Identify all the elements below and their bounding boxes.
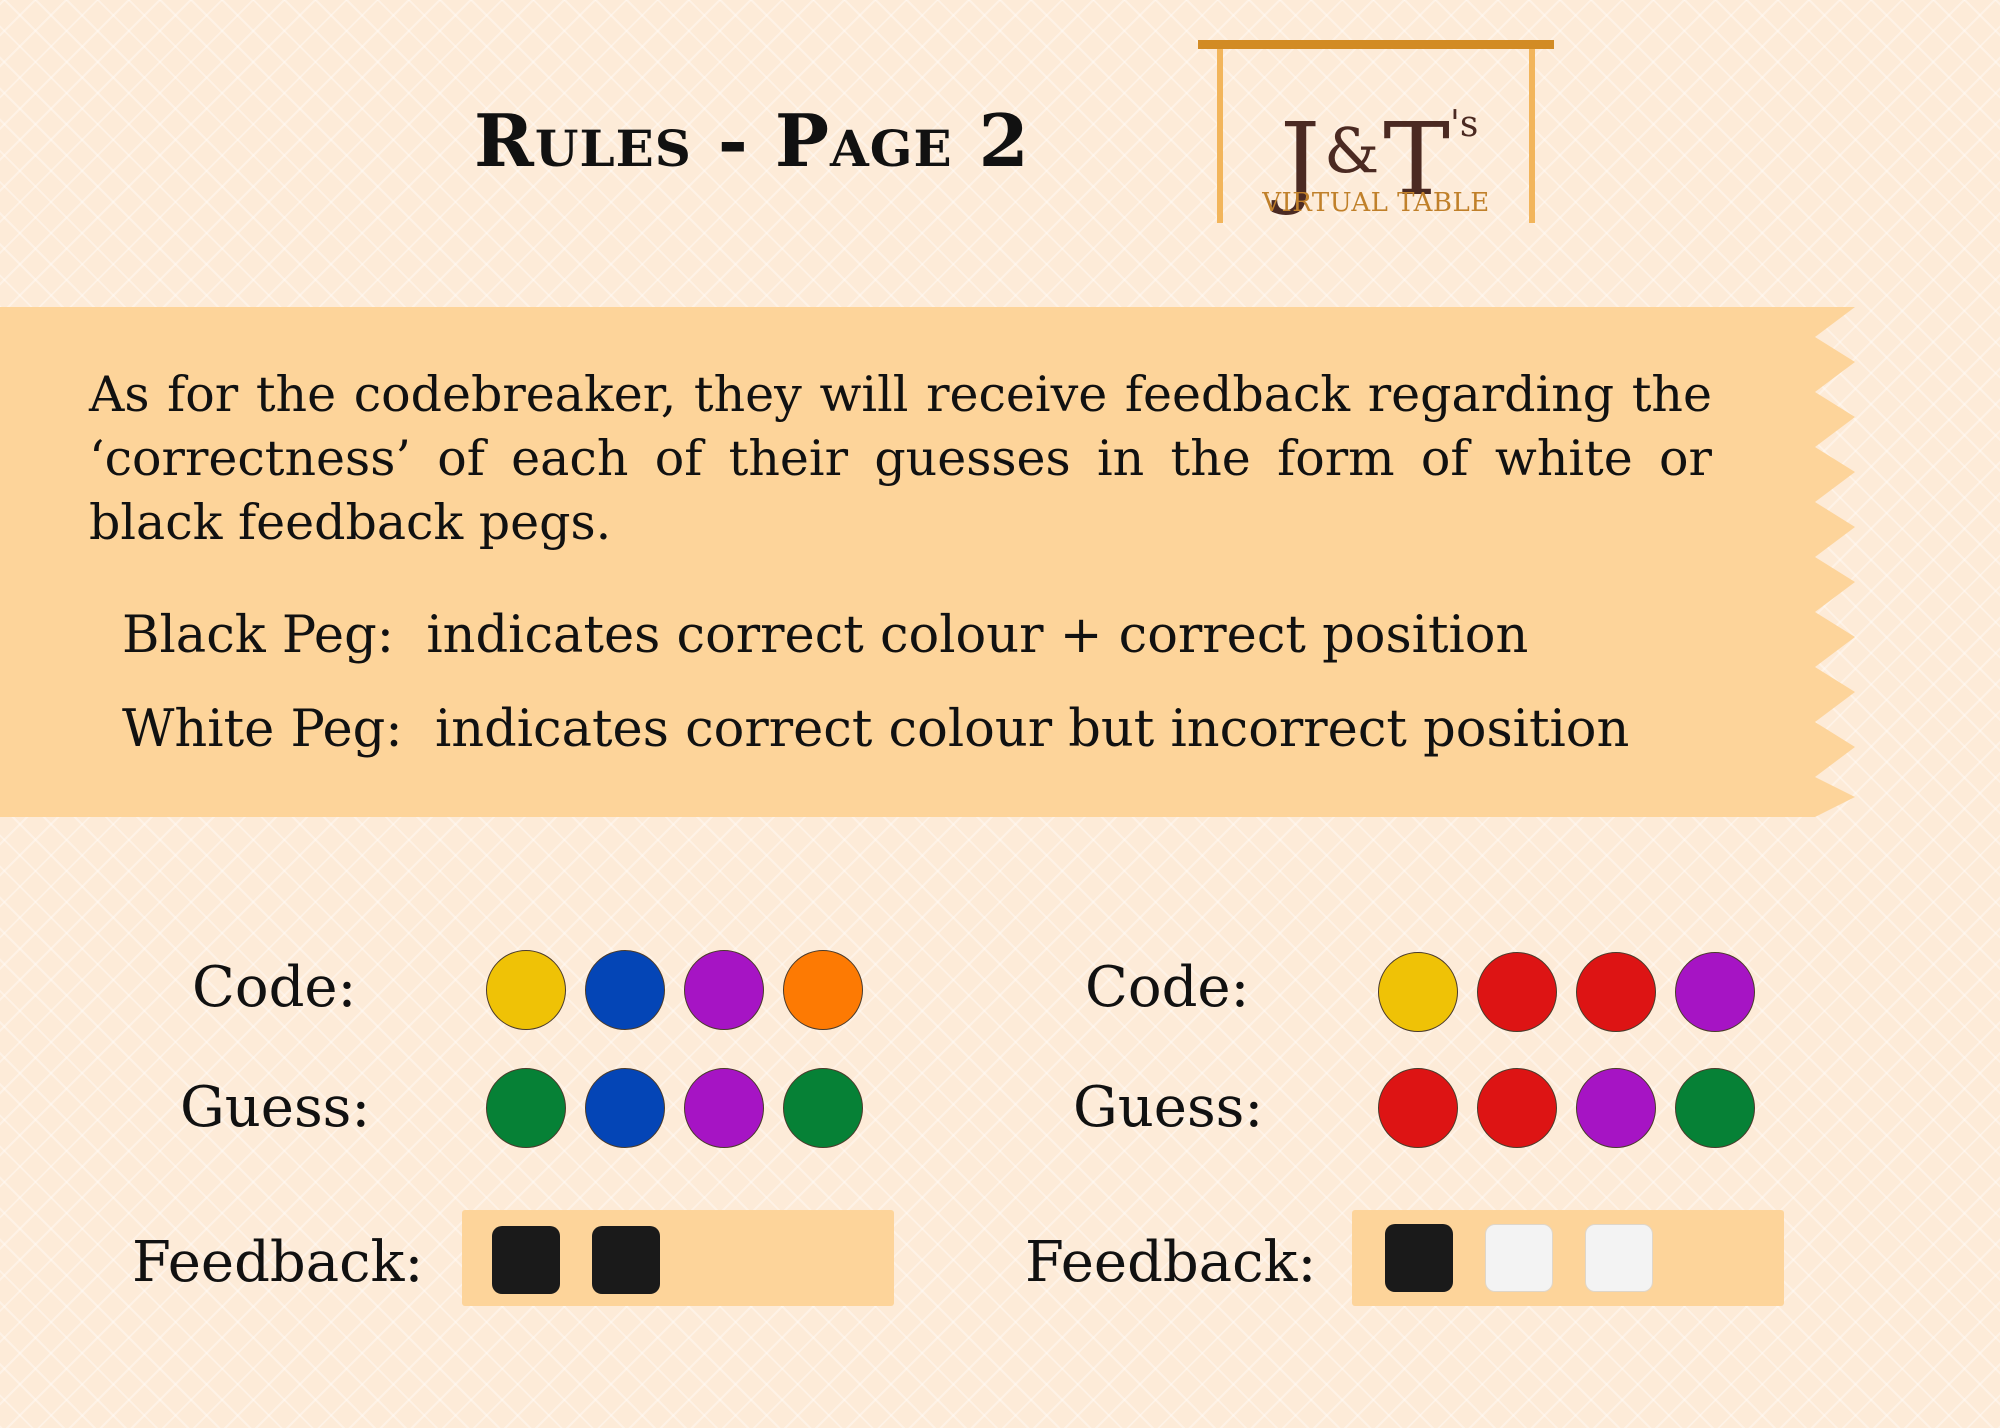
- rule-white-peg: White Peg: indicates correct colour but …: [122, 698, 1629, 762]
- guess-peg-purple: [684, 1068, 764, 1148]
- guess-peg-green: [783, 1068, 863, 1148]
- guess-peg-red: [1378, 1068, 1458, 1148]
- rule-label: White Peg:: [122, 700, 403, 759]
- guess-label: Guess:: [180, 1075, 371, 1140]
- rule-label: Black Peg:: [122, 606, 394, 665]
- feedback-label: Feedback:: [132, 1230, 424, 1295]
- guess-peg-purple: [1576, 1068, 1656, 1148]
- guess-peg-green: [486, 1068, 566, 1148]
- feedback-peg-black: [1385, 1224, 1453, 1292]
- feedback-peg-white: [1585, 1224, 1653, 1292]
- logo: J&T's VIRTUAL TABLE: [1198, 40, 1554, 225]
- feedback-label: Feedback:: [1025, 1230, 1317, 1295]
- rule-black-peg: Black Peg: indicates correct colour + co…: [122, 604, 1528, 668]
- code-label: Code:: [192, 955, 357, 1020]
- rule-text: indicates correct colour but incorrect p…: [434, 700, 1630, 759]
- rule-text: indicates correct colour + correct posit…: [426, 606, 1529, 665]
- code-peg-red: [1576, 952, 1656, 1032]
- logo-frame-left: [1217, 49, 1223, 223]
- feedback-peg-white: [1485, 1224, 1553, 1292]
- logo-frame-top: [1198, 40, 1554, 49]
- code-peg-red: [1477, 952, 1557, 1032]
- code-label: Code:: [1085, 955, 1250, 1020]
- guess-peg-red: [1477, 1068, 1557, 1148]
- code-peg-purple: [684, 950, 764, 1030]
- guess-peg-blue: [585, 1068, 665, 1148]
- guess-peg-green: [1675, 1068, 1755, 1148]
- code-peg-yellow: [1378, 952, 1458, 1032]
- intro-paragraph: As for the codebreaker, they will receiv…: [89, 366, 1712, 551]
- code-peg-purple: [1675, 952, 1755, 1032]
- code-peg-yellow: [486, 950, 566, 1030]
- page-title: Rules - Page 2: [474, 98, 1030, 183]
- feedback-peg-black: [592, 1226, 660, 1294]
- code-peg-blue: [585, 950, 665, 1030]
- feedback-peg-black: [492, 1226, 560, 1294]
- logo-frame-right: [1529, 49, 1535, 223]
- code-peg-orange: [783, 950, 863, 1030]
- logo-subtitle: VIRTUAL TABLE: [1262, 188, 1490, 218]
- guess-label: Guess:: [1073, 1075, 1264, 1140]
